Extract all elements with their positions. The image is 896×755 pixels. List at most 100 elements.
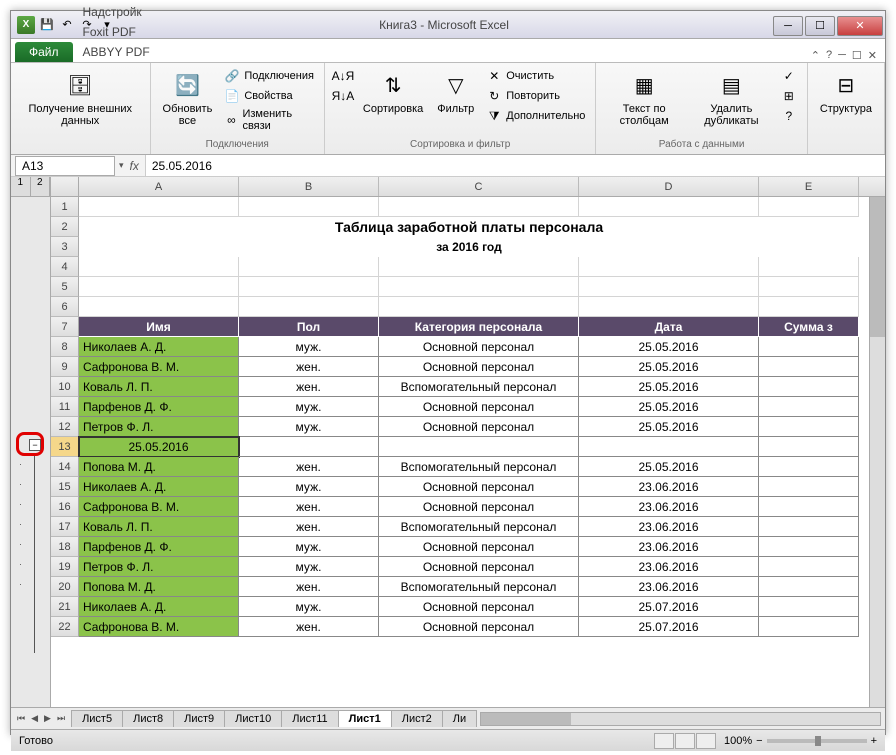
cell-date[interactable]: 25.05.2016 bbox=[579, 337, 759, 357]
cell-sum[interactable] bbox=[759, 577, 859, 597]
cell[interactable] bbox=[759, 197, 859, 217]
cell-sum[interactable] bbox=[759, 357, 859, 377]
row-header[interactable]: 4 bbox=[51, 257, 79, 277]
file-tab[interactable]: Файл bbox=[15, 42, 73, 62]
cell-date[interactable]: 25.05.2016 bbox=[579, 457, 759, 477]
cell-name[interactable]: Коваль Л. П. bbox=[79, 377, 239, 397]
cell[interactable] bbox=[379, 297, 579, 317]
maximize-button[interactable]: ☐ bbox=[805, 16, 835, 36]
cell[interactable] bbox=[239, 257, 379, 277]
cell-date[interactable]: 23.06.2016 bbox=[579, 577, 759, 597]
row-header[interactable]: 2 bbox=[51, 217, 79, 237]
ribbon-tab[interactable]: Foxit PDF bbox=[75, 22, 158, 42]
header-date[interactable]: Дата bbox=[579, 317, 759, 337]
cell-date[interactable]: 25.05.2016 bbox=[579, 397, 759, 417]
cell-sum[interactable] bbox=[759, 517, 859, 537]
cell-category[interactable]: Основной персонал bbox=[379, 337, 579, 357]
sheet-tab[interactable]: Лист2 bbox=[391, 710, 443, 727]
sheet-tab[interactable]: Лист8 bbox=[122, 710, 174, 727]
remove-duplicates-button[interactable]: ▤ Удалить дубликаты bbox=[690, 67, 773, 129]
column-header-b[interactable]: B bbox=[239, 177, 379, 196]
column-header-c[interactable]: C bbox=[379, 177, 579, 196]
cell[interactable] bbox=[579, 197, 759, 217]
close-button[interactable]: ✕ bbox=[837, 16, 883, 36]
cell-gender[interactable]: муж. bbox=[239, 537, 379, 557]
sort-az-button[interactable]: А↓Я bbox=[333, 67, 353, 85]
row-header[interactable]: 10 bbox=[51, 377, 79, 397]
cell-category[interactable]: Основной персонал bbox=[379, 597, 579, 617]
select-all-corner[interactable] bbox=[51, 177, 79, 196]
cell-date[interactable]: 25.05.2016 bbox=[579, 417, 759, 437]
undo-icon[interactable]: ↶ bbox=[59, 17, 75, 33]
cell[interactable] bbox=[579, 257, 759, 277]
cell-category[interactable]: Основной персонал bbox=[379, 477, 579, 497]
sort-za-button[interactable]: Я↓А bbox=[333, 87, 353, 105]
cell[interactable] bbox=[579, 437, 759, 457]
row-header[interactable]: 13 bbox=[51, 437, 79, 457]
cell-sum[interactable] bbox=[759, 597, 859, 617]
sheet-nav-first-icon[interactable]: ⏮ bbox=[15, 713, 27, 724]
cell-name[interactable]: Петров Ф. Л. bbox=[79, 417, 239, 437]
cell[interactable] bbox=[759, 257, 859, 277]
row-header[interactable]: 19 bbox=[51, 557, 79, 577]
cell-date[interactable]: 25.07.2016 bbox=[579, 617, 759, 637]
cell[interactable] bbox=[759, 277, 859, 297]
vertical-scrollbar[interactable] bbox=[869, 197, 885, 707]
cell-gender[interactable]: жен. bbox=[239, 617, 379, 637]
cell-gender[interactable]: жен. bbox=[239, 357, 379, 377]
fx-icon[interactable]: fx bbox=[124, 159, 145, 173]
row-header[interactable]: 12 bbox=[51, 417, 79, 437]
cell-gender[interactable]: жен. bbox=[239, 517, 379, 537]
spreadsheet-grid[interactable]: A B C D E 1 2Таблица заработной платы пе… bbox=[51, 177, 885, 707]
cell-name[interactable]: Николаев А. Д. bbox=[79, 597, 239, 617]
row-header[interactable]: 17 bbox=[51, 517, 79, 537]
cell-date[interactable]: 23.06.2016 bbox=[579, 517, 759, 537]
refresh-all-button[interactable]: 🔄 Обновить все bbox=[159, 67, 217, 129]
cell-category[interactable]: Основной персонал bbox=[379, 557, 579, 577]
ribbon-tab[interactable]: ABBYY PDF bbox=[75, 42, 158, 62]
row-header[interactable]: 22 bbox=[51, 617, 79, 637]
cell[interactable] bbox=[239, 297, 379, 317]
sort-button[interactable]: ⇅ Сортировка bbox=[359, 67, 427, 117]
doc-max-icon[interactable]: ☐ bbox=[852, 49, 862, 62]
cell-category[interactable]: Вспомогательный персонал bbox=[379, 457, 579, 477]
outline-collapse-button[interactable]: − bbox=[29, 439, 41, 451]
filter-button[interactable]: ▽ Фильтр bbox=[433, 67, 478, 117]
row-header[interactable]: 11 bbox=[51, 397, 79, 417]
row-header[interactable]: 18 bbox=[51, 537, 79, 557]
row-header[interactable]: 15 bbox=[51, 477, 79, 497]
cell[interactable] bbox=[79, 297, 239, 317]
cell[interactable] bbox=[759, 437, 859, 457]
cell-gender[interactable]: муж. bbox=[239, 477, 379, 497]
header-gender[interactable]: Пол bbox=[239, 317, 379, 337]
cell-sum[interactable] bbox=[759, 477, 859, 497]
row-header[interactable]: 6 bbox=[51, 297, 79, 317]
cell[interactable] bbox=[79, 257, 239, 277]
cell-gender[interactable]: муж. bbox=[239, 597, 379, 617]
cell[interactable] bbox=[379, 197, 579, 217]
cell-name[interactable]: Коваль Л. П. bbox=[79, 517, 239, 537]
outline-button[interactable]: ⊟ Структура bbox=[816, 67, 876, 117]
minimize-ribbon-icon[interactable]: ⌃ bbox=[811, 49, 820, 62]
cell-gender[interactable]: жен. bbox=[239, 497, 379, 517]
clear-filter-button[interactable]: ✕Очистить bbox=[484, 67, 587, 85]
row-header[interactable]: 21 bbox=[51, 597, 79, 617]
formula-input[interactable] bbox=[145, 155, 885, 176]
cell-category[interactable]: Вспомогательный персонал bbox=[379, 517, 579, 537]
sheet-tab[interactable]: Лист5 bbox=[71, 710, 123, 727]
row-header[interactable]: 8 bbox=[51, 337, 79, 357]
cell-category[interactable]: Основной персонал bbox=[379, 397, 579, 417]
cell-gender[interactable]: жен. bbox=[239, 577, 379, 597]
cell[interactable] bbox=[379, 437, 579, 457]
ribbon-tab[interactable]: Надстройк bbox=[75, 2, 158, 22]
save-icon[interactable]: 💾 bbox=[39, 17, 55, 33]
cell-sum[interactable] bbox=[759, 337, 859, 357]
cell-name[interactable]: Сафронова В. М. bbox=[79, 497, 239, 517]
sheet-tab[interactable]: Лист9 bbox=[173, 710, 225, 727]
cell-date[interactable]: 25.05.2016 bbox=[579, 377, 759, 397]
cell-gender[interactable]: жен. bbox=[239, 377, 379, 397]
column-header-e[interactable]: E bbox=[759, 177, 859, 196]
row-header[interactable]: 1 bbox=[51, 197, 79, 217]
cell-sum[interactable] bbox=[759, 377, 859, 397]
header-sum[interactable]: Сумма з bbox=[759, 317, 859, 337]
